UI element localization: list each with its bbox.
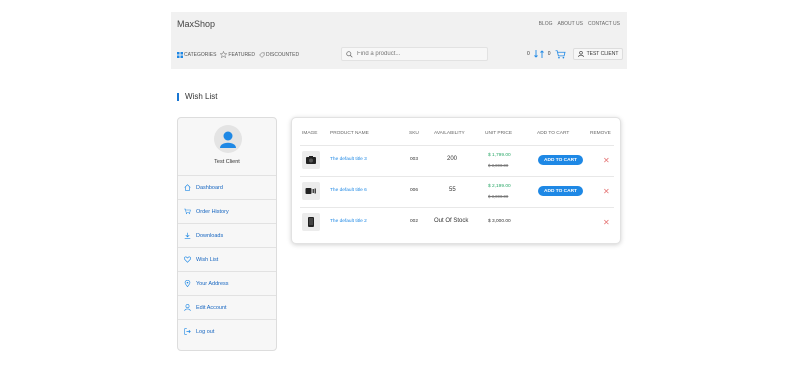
product-thumbnail[interactable] <box>302 151 320 169</box>
search-input[interactable] <box>357 51 482 57</box>
cart-icon <box>184 208 191 215</box>
compare-count: 0 <box>527 51 530 57</box>
account-sidebar: Test Client Dashboard Order History Down… <box>177 117 277 351</box>
original-price: $ 3,000.00 <box>488 163 509 168</box>
sidebar-item-label: Wish List <box>196 256 219 263</box>
header-sku: SKU <box>409 131 419 136</box>
table-row: The default title 2 002 Out Of Stock $ 3… <box>300 207 614 238</box>
sku-value: 006 <box>410 188 419 193</box>
sidebar-item-wish-list[interactable]: Wish List <box>178 247 276 271</box>
grid-icon <box>177 51 183 58</box>
product-thumbnail[interactable] <box>302 213 320 231</box>
page-title: Wish List <box>177 92 217 101</box>
sidebar-item-label: Downloads <box>196 232 224 239</box>
remove-icon[interactable]: ✕ <box>603 218 610 227</box>
tag-icon <box>259 51 265 58</box>
main-nav: CATEGORIES FEATURED DISCOUNTED <box>177 51 299 58</box>
contact-link[interactable]: CONTACT US <box>588 21 620 27</box>
sale-price: $ 1,799.00 <box>488 153 511 158</box>
heart-icon <box>184 256 191 263</box>
sidebar-item-edit-account[interactable]: Edit Account <box>178 295 276 319</box>
table-row: The default title 3 003 200 $ 1,799.00 $… <box>300 145 614 176</box>
cart-count: 0 <box>547 51 551 57</box>
sidebar-item-label: Order History <box>196 208 229 215</box>
product-image <box>308 217 314 227</box>
product-name-link[interactable]: The default title 3 <box>330 157 367 162</box>
location-pin-icon <box>184 280 191 287</box>
product-image <box>305 188 316 194</box>
star-icon <box>220 51 228 58</box>
site-header: MaxShop BLOG ABOUT US CONTACT US CATEGOR… <box>171 12 627 69</box>
wish-list-table: IMAGE PRODUCT NAME SKU AVAILABILITY UNIT… <box>291 117 621 244</box>
header-image: IMAGE <box>302 131 318 136</box>
blog-link[interactable]: BLOG <box>539 21 553 27</box>
compare-icon[interactable] <box>533 49 544 59</box>
remove-icon[interactable]: ✕ <box>603 156 610 165</box>
sidebar-item-label: Dashboard <box>196 184 223 191</box>
title-accent-bar <box>177 92 179 101</box>
account-label: TEST CLIENT <box>586 51 619 57</box>
home-icon <box>184 184 191 191</box>
logout-icon <box>184 328 191 335</box>
nav-categories[interactable]: CATEGORIES <box>177 51 217 58</box>
product-name-link[interactable]: The default title 2 <box>330 219 367 224</box>
availability-value: 55 <box>449 187 456 193</box>
sidebar-item-label: Edit Account <box>196 304 227 311</box>
avatar <box>214 125 242 153</box>
avatar-icon <box>220 131 236 148</box>
product-thumbnail[interactable] <box>302 182 320 200</box>
header-unit-price: UNIT PRICE <box>485 131 513 136</box>
sidebar-item-dashboard[interactable]: Dashboard <box>178 175 276 199</box>
page-title-text: Wish List <box>185 92 218 101</box>
nav-featured[interactable]: FEATURED <box>220 51 255 58</box>
header-add-to-cart: ADD TO CART <box>537 131 570 136</box>
unit-price: $ 3,000.00 <box>488 219 511 224</box>
product-image <box>306 156 316 164</box>
sidebar-item-log-out[interactable]: Log out <box>178 319 276 343</box>
table-row: The default title 6 006 55 $ 2,199.00 $ … <box>300 176 614 207</box>
nav-discounted[interactable]: DISCOUNTED <box>259 52 299 58</box>
sale-price: $ 2,199.00 <box>488 184 511 189</box>
nav-label: FEATURED <box>228 51 255 58</box>
availability-value: Out Of Stock <box>434 218 469 224</box>
availability-value: 200 <box>447 156 458 162</box>
username: Test Client <box>214 159 240 165</box>
search-icon <box>346 50 353 58</box>
sidebar-item-label: Log out <box>196 328 215 335</box>
nav-label: CATEGORIES <box>184 51 217 58</box>
search-box <box>341 47 488 61</box>
site-logo[interactable]: MaxShop <box>177 19 215 29</box>
nav-label: DISCOUNTED <box>266 51 300 58</box>
sidebar-item-your-address[interactable]: Your Address <box>178 271 276 295</box>
add-to-cart-button[interactable]: ADD TO CART <box>538 155 583 165</box>
original-price: $ 3,000.00 <box>488 194 509 199</box>
account-menu: Dashboard Order History Downloads Wish L… <box>178 175 276 343</box>
sidebar-item-order-history[interactable]: Order History <box>178 199 276 223</box>
header-remove: REMOVE <box>590 131 611 136</box>
header-product-name: PRODUCT NAME <box>330 131 369 136</box>
about-link[interactable]: ABOUT US <box>557 21 582 27</box>
cart-icon[interactable] <box>555 49 566 59</box>
header-availability: AVAILABILITY <box>434 131 465 136</box>
header-actions: 0 0 TEST CLIENT <box>527 48 624 60</box>
sidebar-item-downloads[interactable]: Downloads <box>178 223 276 247</box>
remove-icon[interactable]: ✕ <box>603 187 610 196</box>
user-icon <box>577 51 584 57</box>
sidebar-item-label: Your Address <box>196 280 229 287</box>
sku-value: 003 <box>410 157 419 162</box>
product-name-link[interactable]: The default title 6 <box>330 188 367 193</box>
sku-value: 002 <box>410 219 419 224</box>
add-to-cart-button[interactable]: ADD TO CART <box>538 186 583 196</box>
download-icon <box>184 232 191 239</box>
user-icon <box>184 304 191 311</box>
top-links: BLOG ABOUT US CONTACT US <box>539 21 620 27</box>
account-button[interactable]: TEST CLIENT <box>572 48 624 60</box>
